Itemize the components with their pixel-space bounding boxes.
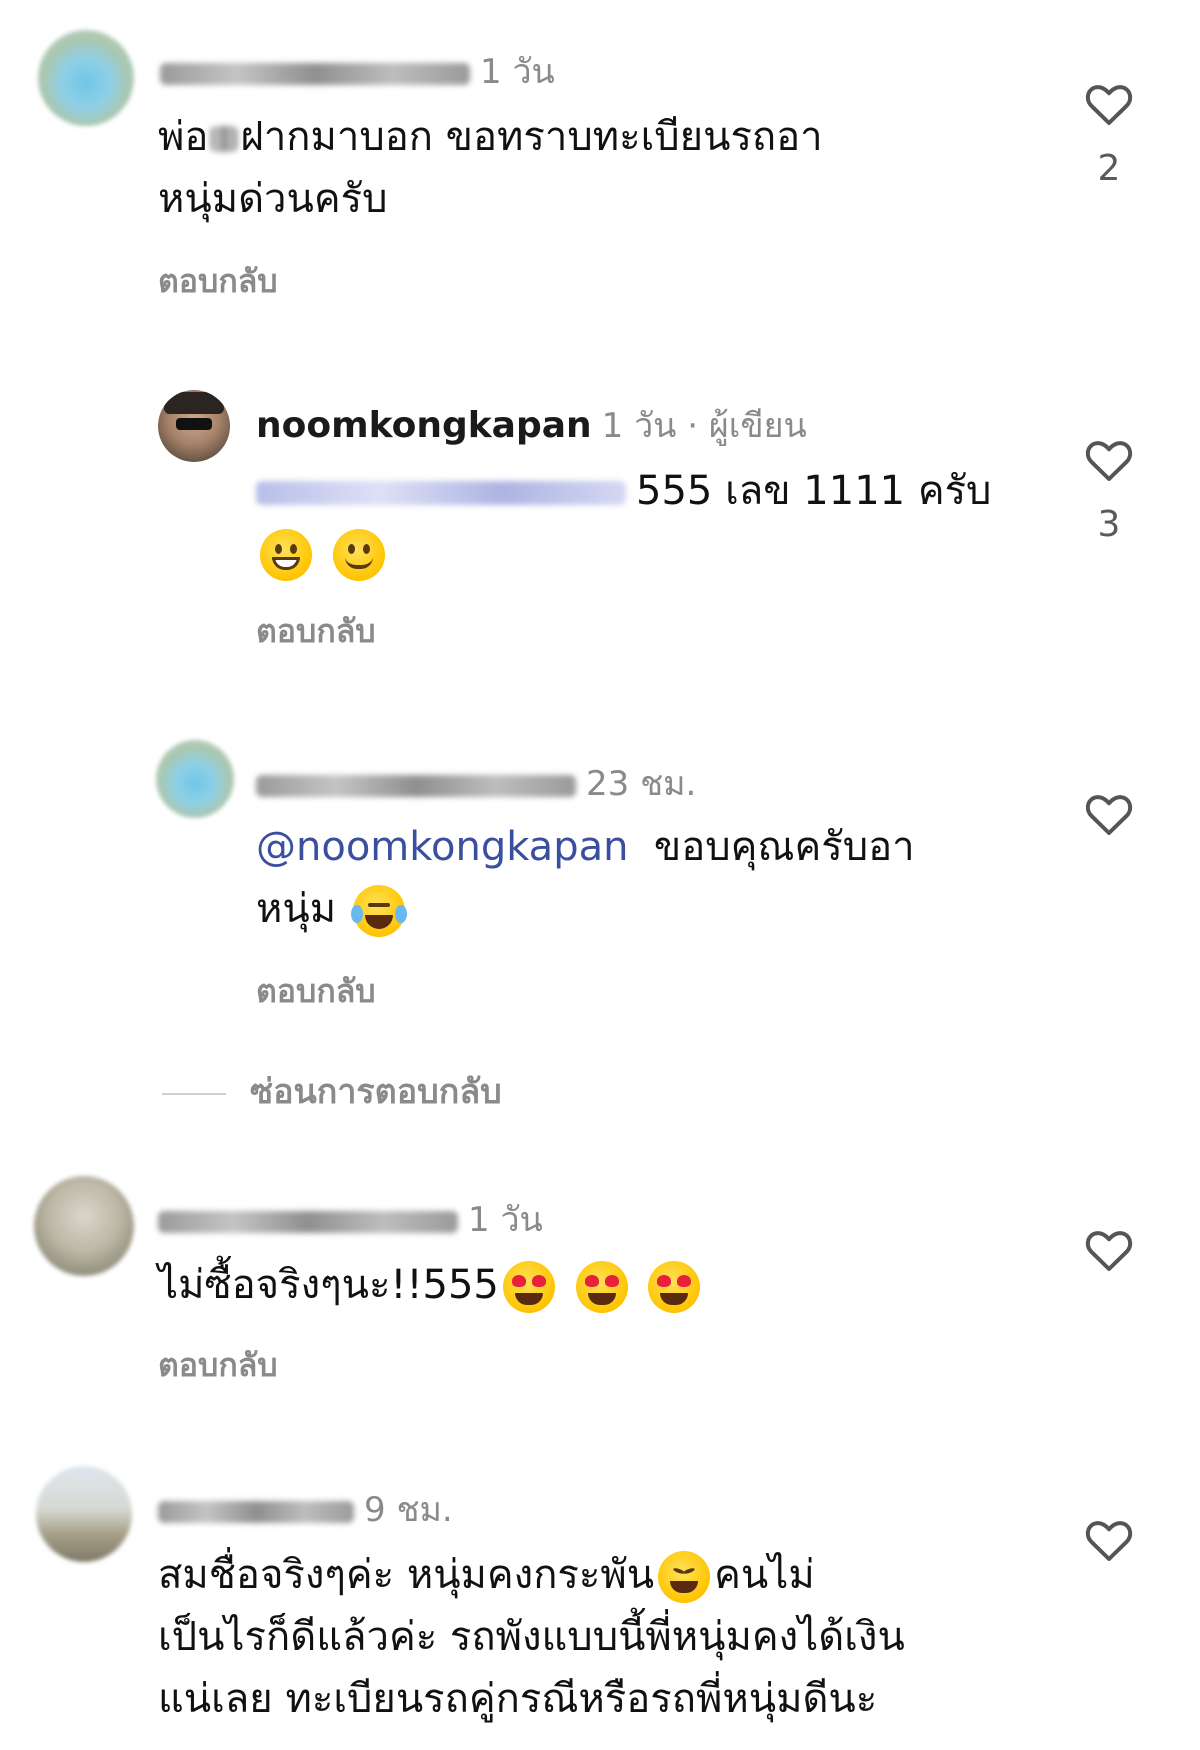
comment-time: 9 ชม. — [364, 1490, 453, 1530]
comment-header: 9 ชม. — [158, 1482, 453, 1536]
comment-text: สมชื่อจริงๆค่ะ หนุ่มคงกระพัน คนไม่ เป็นไร… — [158, 1551, 905, 1722]
blurred-username[interactable] — [158, 1500, 354, 1523]
laughing-squint-emoji — [658, 1551, 711, 1603]
like-control — [1084, 1518, 1134, 1562]
comment-5: 9 ชม. สมชื่อจริงๆค่ะ หนุ่มคงกระพัน คนไม่ … — [0, 0, 1200, 1750]
comments-thread: 1 วัน พ่อ ฝากมาบอก ขอทราบทะเบียนรถอา หนุ่… — [0, 0, 1200, 1750]
heart-icon[interactable] — [1085, 1518, 1133, 1562]
avatar[interactable] — [36, 1466, 132, 1562]
